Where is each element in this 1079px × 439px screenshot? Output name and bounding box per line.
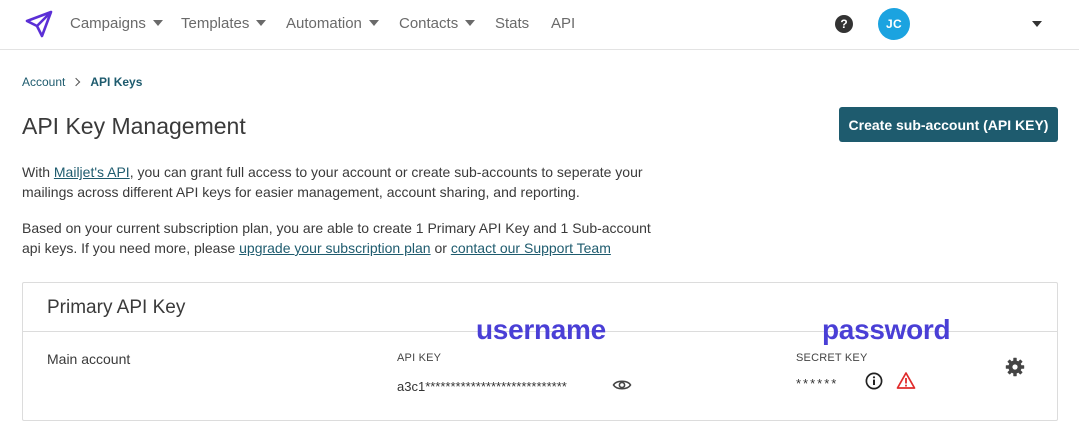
username-annotation: username: [476, 314, 606, 345]
upgrade-plan-link[interactable]: upgrade your subscription plan: [239, 240, 430, 256]
breadcrumb-current: API Keys: [90, 75, 143, 89]
account-name: Main account: [47, 351, 131, 367]
gear-icon[interactable]: [1005, 357, 1025, 377]
nav-api[interactable]: API: [551, 15, 575, 33]
user-menu-chevron-down-icon[interactable]: [1032, 21, 1042, 27]
api-key-label: API KEY: [397, 352, 442, 364]
nav-stats-label: Stats: [495, 15, 530, 32]
primary-api-key-card: Primary API Key Main account API KEY a3c…: [22, 282, 1058, 421]
nav-campaigns-label: Campaigns: [70, 15, 146, 32]
secret-key-value: ******: [796, 376, 839, 391]
secret-key-label: SECRET KEY: [796, 352, 868, 364]
page-title: API Key Management: [22, 113, 246, 139]
nav-templates-label: Templates: [181, 15, 250, 32]
nav-automation[interactable]: Automation: [286, 15, 379, 33]
nav-contacts[interactable]: Contacts: [399, 15, 476, 33]
nav-automation-label: Automation: [286, 15, 362, 32]
plan-paragraph: Based on your current subscription plan,…: [22, 218, 672, 258]
eye-icon[interactable]: [612, 377, 632, 393]
warning-icon[interactable]: [896, 371, 916, 390]
chevron-down-icon: [368, 20, 379, 26]
breadcrumb-account-link[interactable]: Account: [22, 75, 65, 89]
chevron-down-icon: [256, 20, 267, 26]
breadcrumb: Account API Keys: [22, 75, 142, 89]
mailjet-api-link[interactable]: Mailjet's API: [54, 164, 130, 180]
paper-plane-icon[interactable]: [24, 9, 54, 39]
chevron-right-icon: [72, 77, 81, 87]
intro-paragraph: With Mailjet's API, you can grant full a…: [22, 162, 672, 202]
nav-stats[interactable]: Stats: [495, 15, 529, 33]
contact-support-link[interactable]: contact our Support Team: [451, 240, 611, 256]
top-navigation-bar: Campaigns Templates Automation Contacts …: [0, 0, 1079, 50]
card-title: Primary API Key: [47, 297, 186, 318]
create-sub-account-button[interactable]: Create sub-account (API KEY): [839, 107, 1058, 142]
help-icon[interactable]: ?: [835, 15, 853, 33]
chevron-down-icon: [152, 20, 163, 26]
password-annotation: password: [822, 314, 951, 345]
nav-templates[interactable]: Templates: [181, 15, 267, 33]
nav-contacts-label: Contacts: [399, 15, 459, 32]
avatar[interactable]: JC: [878, 8, 910, 40]
plan-middle: or: [430, 240, 451, 256]
intro-prefix: With: [22, 164, 54, 180]
nav-api-label: API: [551, 15, 576, 32]
chevron-down-icon: [465, 20, 476, 26]
nav-campaigns[interactable]: Campaigns: [70, 15, 163, 33]
api-key-value: a3c1****************************: [397, 379, 567, 394]
info-icon[interactable]: [865, 372, 883, 390]
